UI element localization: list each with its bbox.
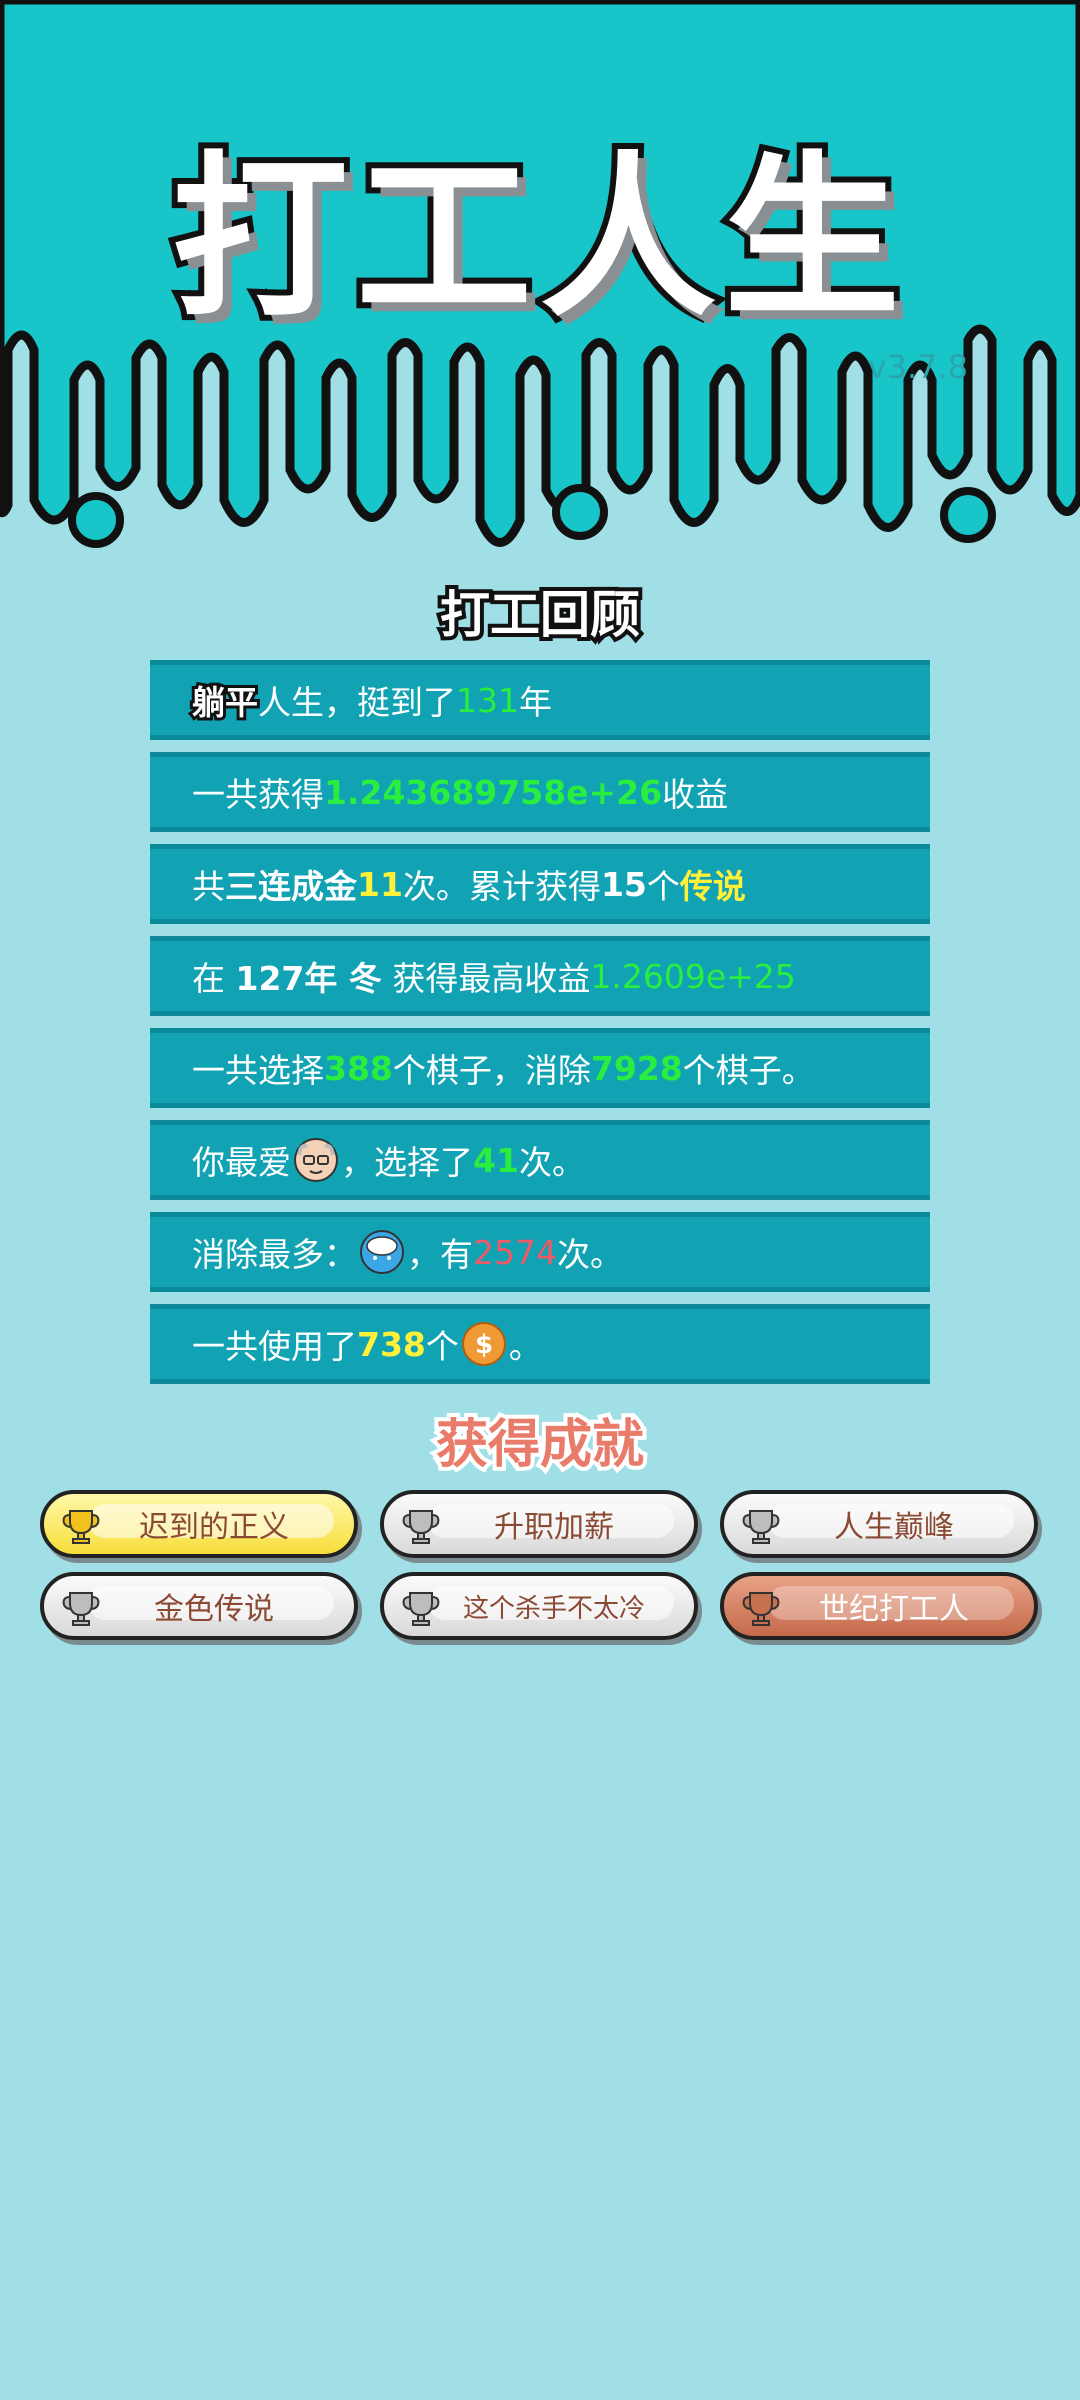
row-text: 一共获得 [192,775,324,814]
row-text: 个 [646,867,680,906]
review-heading: 打工回顾 [436,582,644,648]
row-text: 一共选择 [192,1051,324,1090]
drip-dot [68,492,124,548]
app-title: 打工人生 [166,130,908,347]
achievement-label: 升职加薪 [494,1510,614,1545]
row-text: 人生，挺到了 [258,683,456,722]
row-text: 获得最高收益 [381,959,591,998]
row-text: 共 [192,867,225,906]
row-text: 个棋子，消除 [392,1051,591,1090]
drip-dot [940,487,996,543]
triple-count-value: 11 [357,864,403,904]
review-row-most-eliminated: 消除最多： ，有 2574 次。 [150,1212,930,1292]
row-text: 年 [519,683,552,722]
trophy-icon [62,1510,100,1544]
legend-count-value: 15 [600,864,647,904]
triple-gold-label: 三连成金 [225,867,357,906]
lifestyle-label: 躺平 [189,680,261,725]
review-row-coins: 一共使用了 738 个 $ 。 [150,1304,930,1384]
rice-bowl-icon [359,1229,405,1275]
achievement-badge[interactable]: 金色传说 [40,1572,358,1640]
trophy-icon [742,1510,780,1544]
achievement-label: 这个杀手不太冷 [462,1593,645,1624]
achievement-badge[interactable]: 迟到的正义 [40,1490,358,1558]
row-text: 次。累计获得 [402,867,601,906]
income-value: 1.243689758e+26 [324,772,663,812]
row-text: 。 [508,1327,542,1366]
trophy-icon [62,1592,100,1626]
eliminated-count-value: 7928 [590,1048,683,1088]
achievement-badge[interactable]: 升职加薪 [380,1490,698,1558]
row-text: 你最爱 [192,1143,291,1182]
review-row-total-income: 一共获得 1.243689758e+26 收益 [150,752,930,832]
trophy-icon [402,1510,440,1544]
best-season-value: 127年 冬 [235,959,382,998]
review-row-pieces: 一共选择 388 个棋子，消除 7928 个棋子。 [150,1028,930,1108]
version-label: v3.7.8 [867,348,968,386]
row-text: ，选择了 [341,1143,473,1182]
favorite-count-value: 41 [473,1140,519,1180]
trophy-icon [742,1592,780,1626]
row-text: 在 [192,959,236,998]
coin-icon: $ [461,1321,507,1367]
achievement-badge[interactable]: 这个杀手不太冷 [380,1572,698,1640]
review-row-triple-gold: 共三连成金 11 次。累计获得 15 个传说 [150,844,930,924]
row-text: ，有 [407,1235,473,1274]
svg-text:$: $ [475,1330,493,1360]
best-income-value: 1.2609e+25 [590,956,796,996]
old-man-face-icon [293,1137,339,1183]
row-text: 个棋子。 [682,1051,815,1090]
review-row-best-income: 在 127年 冬 获得最高收益 1.2609e+25 [150,936,930,1016]
achievement-label: 人生巅峰 [834,1510,954,1545]
trophy-icon [402,1592,440,1626]
row-text: 次。 [556,1235,623,1274]
drip-dot [552,484,608,540]
achievement-badge[interactable]: 人生巅峰 [720,1490,1038,1558]
review-row-lifespan: 躺平 人生，挺到了 131 年 [150,660,930,740]
achievement-label: 迟到的正义 [139,1510,289,1545]
achievement-label: 世纪打工人 [819,1592,969,1627]
coin-count-value: 738 [357,1324,426,1364]
review-row-favorite: 你最爱 ，选择了 41 次。 [150,1120,930,1200]
row-text: 次。 [518,1143,585,1182]
legend-label: 传说 [679,867,746,906]
header-banner: 打工人生 v3.7.8 [0,0,1080,560]
achievement-label: 金色传说 [154,1592,274,1627]
achievement-badge[interactable]: 世纪打工人 [720,1572,1038,1640]
row-text: 消除最多： [192,1235,357,1274]
years-value: 131 [456,680,519,720]
row-text: 收益 [662,775,729,814]
selected-count-value: 388 [324,1048,393,1088]
row-text: 个 [425,1327,459,1366]
achievements-heading: 获得成就 [432,1411,648,1479]
most-eliminated-count-value: 2574 [473,1232,557,1272]
row-text: 一共使用了 [192,1327,357,1366]
